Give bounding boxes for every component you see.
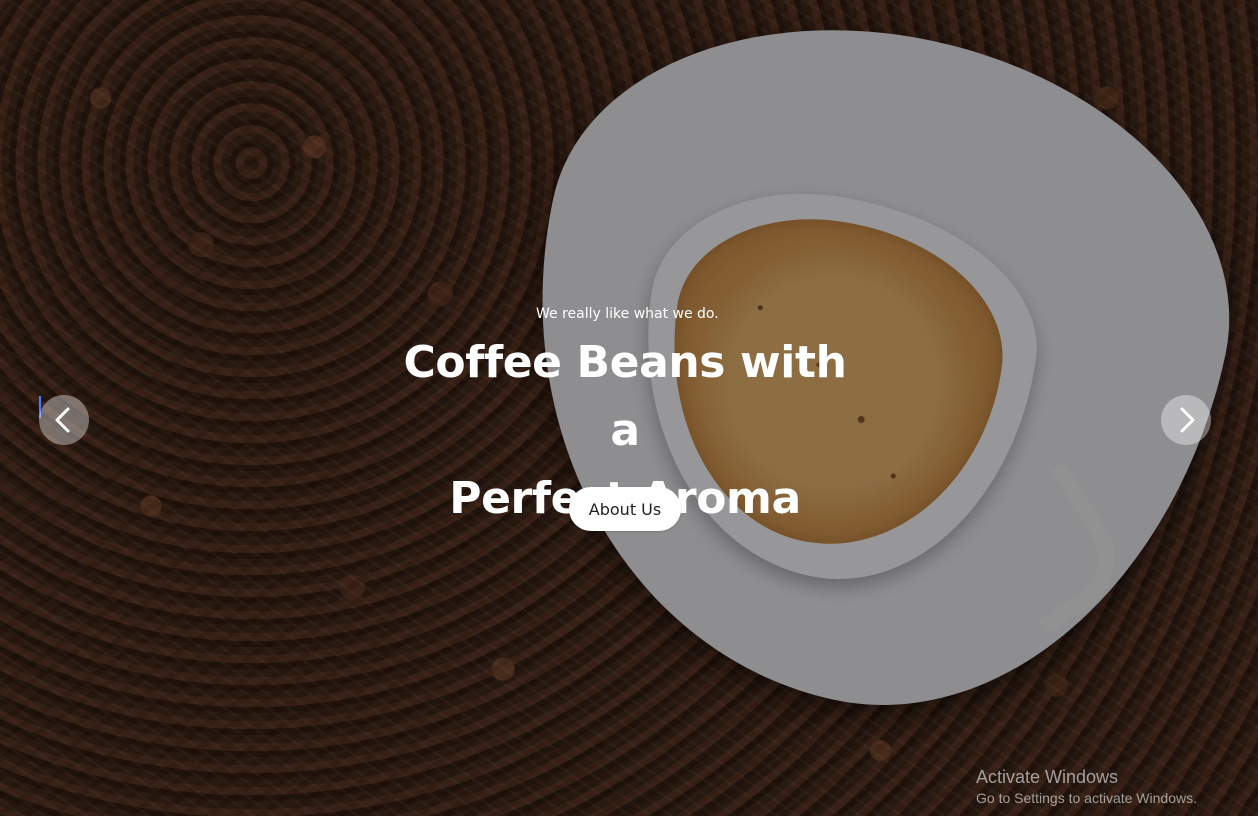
hero-eyebrow: We really like what we do. — [536, 306, 719, 322]
hero-banner: We really like what we do. Coffee Beans … — [0, 0, 1258, 816]
windows-activation-watermark: Activate Windows Go to Settings to activ… — [976, 766, 1226, 808]
carousel-previous-button[interactable] — [39, 395, 89, 445]
chevron-left-icon — [55, 407, 70, 433]
chevron-right-icon — [1180, 407, 1195, 433]
about-us-button[interactable]: About Us — [569, 487, 681, 531]
hero-content: We really like what we do. Coffee Beans … — [0, 0, 1258, 816]
hero-headline-line-1: Coffee Beans with a — [403, 337, 847, 456]
activate-windows-subtitle: Go to Settings to activate Windows. — [976, 790, 1197, 806]
activate-windows-title: Activate Windows — [976, 767, 1119, 787]
carousel-next-button[interactable] — [1161, 395, 1211, 445]
